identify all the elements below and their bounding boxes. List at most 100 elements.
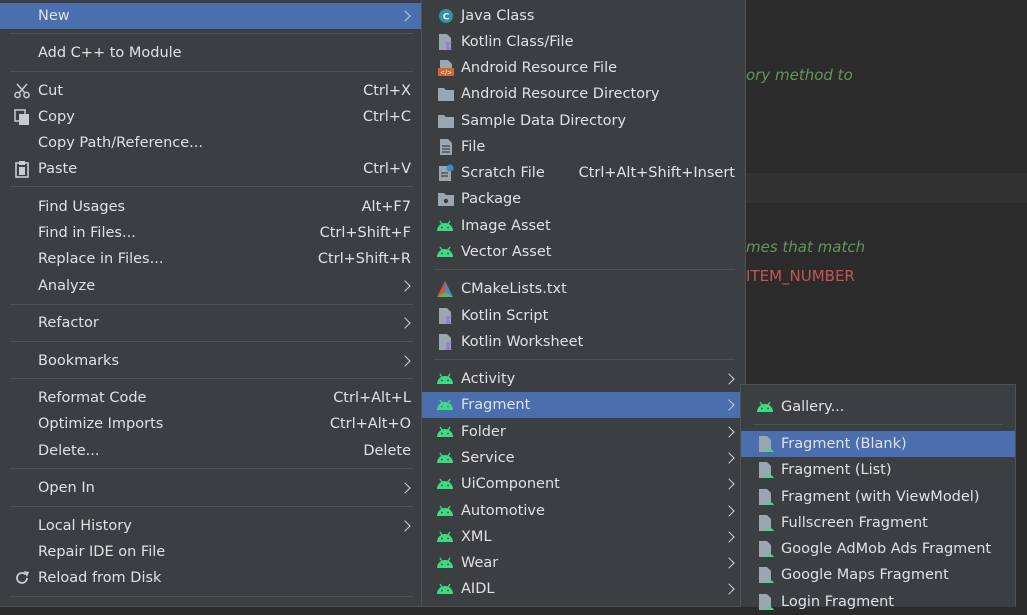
menu-item-label: UiComponent [461,476,560,492]
menu-item-label: Login Fragment [781,594,894,610]
menu-item-local-history[interactable]: Local History [0,513,421,539]
menu-item-fragment[interactable]: Fragment [422,392,745,418]
menu-item-gallery[interactable]: Gallery... [741,394,1015,420]
chevron-right-icon [723,557,735,569]
menu-item-shortcut: Ctrl+Alt+Shift+Insert [578,165,735,181]
menu-item-maps-fragment[interactable]: Google Maps Fragment [741,562,1015,588]
menu-item-label: Kotlin Worksheet [461,334,584,350]
menu-item-android-resource-directory[interactable]: Android Resource Directory [422,81,745,107]
menu-item-label: Fragment (List) [781,462,892,478]
menu-item-login-fragment[interactable]: Login Fragment [741,589,1015,615]
menu-item-shortcut: Ctrl+Shift+R [317,251,411,267]
clipboard-icon [13,160,31,178]
menu-item-label: Folder [461,424,506,440]
menu-item-reformat-code[interactable]: Reformat Code Ctrl+Alt+L [0,385,421,411]
separator [753,424,1003,425]
chevron-right-icon [399,520,411,532]
menu-item-repair-ide[interactable]: Repair IDE on File [0,539,421,565]
menu-item-label: XML [461,529,492,545]
menu-item-label: Android Resource File [461,60,618,76]
menu-item-replace-in-files[interactable]: Replace in Files... Ctrl+Shift+R [0,246,421,272]
separator [10,596,413,597]
menu-item-label: Fragment [461,397,531,413]
menu-item-admob-fragment[interactable]: Google AdMob Ads Fragment [741,536,1015,562]
menu-item-label: Find in Files... [38,225,136,241]
menu-item-label: Fragment (Blank) [781,436,907,452]
menu-item-label: Analyze [38,278,96,294]
menu-item-service[interactable]: Service [422,445,745,471]
menu-item-label: Wear [461,555,499,571]
menu-item-refactor[interactable]: Refactor [0,310,421,336]
menu-item-optimize-imports[interactable]: Optimize Imports Ctrl+Alt+O [0,411,421,437]
android-icon [436,475,454,493]
fragment-template-icon [757,461,775,479]
menu-item-automotive[interactable]: Automotive [422,498,745,524]
menu-item-fragment-viewmodel[interactable]: Fragment (with ViewModel) [741,484,1015,510]
menu-item-kotlin-worksheet[interactable]: Kotlin Worksheet [422,329,745,355]
android-icon [436,217,454,235]
fragment-template-icon [757,488,775,506]
menu-item-add-cpp[interactable]: Add C++ to Module [0,40,421,66]
menu-item-sample-data-directory[interactable]: Sample Data Directory [422,108,745,134]
menu-item-copy[interactable]: Copy Ctrl+C [0,104,421,130]
menu-item-kotlin-script[interactable]: Kotlin Script [422,303,745,329]
menu-item-image-asset[interactable]: Image Asset [422,213,745,239]
menu-item-activity[interactable]: Activity [422,366,745,392]
menu-item-label: Copy Path/Reference... [38,135,203,151]
menu-item-scratch-file[interactable]: Scratch File Ctrl+Alt+Shift+Insert [422,160,745,186]
code-comment-line-2: mes that match [746,238,866,256]
menu-item-fragment-blank[interactable]: Fragment (Blank) [741,431,1015,457]
menu-item-label: Vector Asset [461,244,552,260]
folder-icon [437,112,455,130]
menu-item-new[interactable]: New [0,3,421,29]
menu-item-shortcut: Ctrl+Shift+F [319,225,411,241]
android-icon [436,554,454,572]
menu-item-label: Kotlin Script [461,308,549,324]
menu-item-paste[interactable]: Paste Ctrl+V [0,156,421,182]
menu-item-fragment-list[interactable]: Fragment (List) [741,457,1015,483]
menu-item-label: Find Usages [38,199,126,215]
menu-item-fullscreen-fragment[interactable]: Fullscreen Fragment [741,510,1015,536]
android-icon [436,396,454,414]
menu-item-bookmarks[interactable]: Bookmarks [0,348,421,374]
menu-item-label: Fullscreen Fragment [781,515,928,531]
menu-item-vector-asset[interactable]: Vector Asset [422,239,745,265]
menu-item-android-resource-file[interactable]: </> Android Resource File [422,55,745,81]
menu-item-label: Delete... [38,443,100,459]
fragment-template-icon [757,593,775,611]
android-icon [436,528,454,546]
menu-item-uicomponent[interactable]: UiComponent [422,471,745,497]
menu-item-open-in[interactable]: Open In [0,475,421,501]
menu-item-label: AIDL [461,581,495,597]
menu-item-reload-from-disk[interactable]: Reload from Disk [0,565,421,591]
menu-item-delete[interactable]: Delete... Delete [0,438,421,464]
menu-item-label: Image Asset [461,218,551,234]
menu-item-label: Reload from Disk [38,570,162,586]
folder-icon [437,85,455,103]
menu-item-aidl[interactable]: AIDL [422,576,745,602]
menu-item-file[interactable]: File [422,134,745,160]
chevron-right-icon [399,317,411,329]
android-icon [436,580,454,598]
menu-item-copy-path[interactable]: Copy Path/Reference... [0,130,421,156]
menu-item-folder[interactable]: Folder [422,419,745,445]
fragment-submenu: Gallery... Fragment (Blank) Fragment (Li… [740,384,1016,610]
svg-text:C: C [443,13,450,23]
chevron-right-icon [399,355,411,367]
menu-item-find-in-files[interactable]: Find in Files... Ctrl+Shift+F [0,220,421,246]
menu-item-kotlin-class[interactable]: Kotlin Class/File [422,29,745,55]
menu-item-package[interactable]: Package [422,186,745,212]
menu-item-xml[interactable]: XML [422,524,745,550]
menu-item-shortcut: Alt+F7 [361,199,411,215]
menu-item-java-class[interactable]: C Java Class [422,3,745,29]
menu-item-label: Open In [38,480,95,496]
android-icon [756,398,774,416]
menu-item-analyze[interactable]: Analyze [0,273,421,299]
menu-item-find-usages[interactable]: Find Usages Alt+F7 [0,194,421,220]
menu-item-wear[interactable]: Wear [422,550,745,576]
android-icon [436,370,454,388]
menu-item-cmakelists[interactable]: CMakeLists.txt [422,276,745,302]
fragment-template-icon [757,566,775,584]
menu-item-cut[interactable]: Cut Ctrl+X [0,78,421,104]
menu-item-label: Paste [38,161,78,177]
